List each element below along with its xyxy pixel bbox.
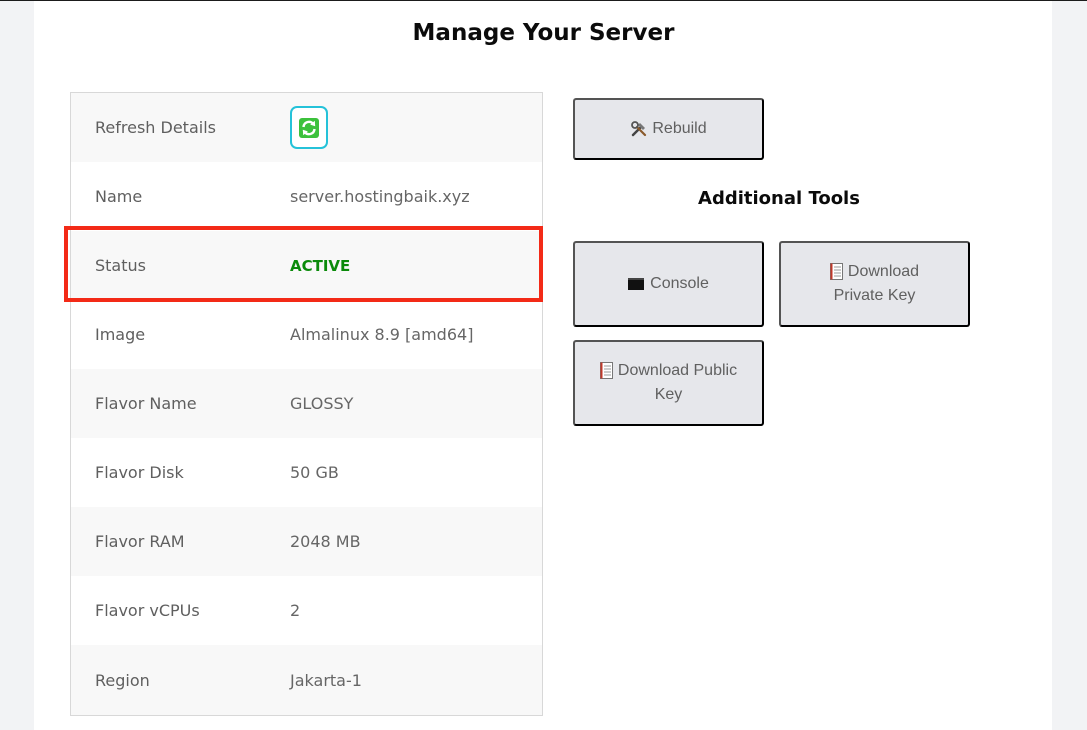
download-public-key-label-1: Download Public — [617, 362, 738, 379]
details-row-region: Region Jakarta-1 — [71, 645, 542, 715]
download-private-key-label-2: Private Key — [833, 287, 916, 304]
document-icon — [829, 263, 843, 281]
flavor-name-value: GLOSSY — [290, 394, 354, 413]
details-row-refresh: Refresh Details — [71, 93, 542, 162]
page-title: Manage Your Server — [412, 20, 675, 46]
tools-icon — [631, 121, 647, 137]
region-value: Jakarta-1 — [290, 670, 362, 690]
row-label: Flavor vCPUs — [95, 601, 200, 620]
details-row-flavor-vcpus: Flavor vCPUs 2 — [71, 576, 542, 645]
document-icon — [599, 362, 613, 380]
details-row-flavor-disk: Flavor Disk 50 GB — [71, 438, 542, 507]
status-highlight-box — [64, 226, 543, 302]
flavor-disk-value: 50 GB — [290, 463, 339, 482]
row-label: Refresh Details — [95, 118, 216, 137]
server-name-value: server.hostingbaik.xyz — [290, 187, 470, 206]
row-label: Flavor Disk — [95, 463, 184, 482]
details-row-image: Image Almalinux 8.9 [amd64] — [71, 300, 542, 369]
download-public-key-label-2: Key — [654, 386, 683, 403]
details-row-flavor-name: Flavor Name GLOSSY — [71, 369, 542, 438]
rebuild-label: Rebuild — [652, 120, 707, 137]
console-label: Console — [650, 275, 709, 292]
rebuild-button[interactable]: Rebuild — [573, 98, 764, 160]
additional-tools-title: Additional Tools — [698, 188, 860, 209]
row-label: Flavor Name — [95, 394, 197, 413]
console-button[interactable]: Console — [573, 241, 764, 327]
flavor-ram-value: 2048 MB — [290, 532, 361, 551]
terminal-icon — [628, 278, 645, 290]
row-label: Region — [95, 670, 150, 690]
image-value: Almalinux 8.9 [amd64] — [290, 325, 474, 344]
row-label: Flavor RAM — [95, 532, 185, 551]
flavor-vcpus-value: 2 — [290, 601, 301, 620]
details-row-flavor-ram: Flavor RAM 2048 MB — [71, 507, 542, 576]
download-public-key-button[interactable]: Download Public Key — [573, 340, 764, 426]
server-details-table: Refresh Details Name server.hostingbaik.… — [70, 92, 543, 716]
refresh-button[interactable] — [290, 106, 328, 149]
row-label: Image — [95, 325, 146, 344]
refresh-icon — [299, 117, 319, 138]
download-private-key-label-1: Download — [847, 263, 920, 280]
download-private-key-button[interactable]: Download Private Key — [779, 241, 970, 327]
row-label: Name — [95, 187, 143, 206]
details-row-name: Name server.hostingbaik.xyz — [71, 162, 542, 231]
